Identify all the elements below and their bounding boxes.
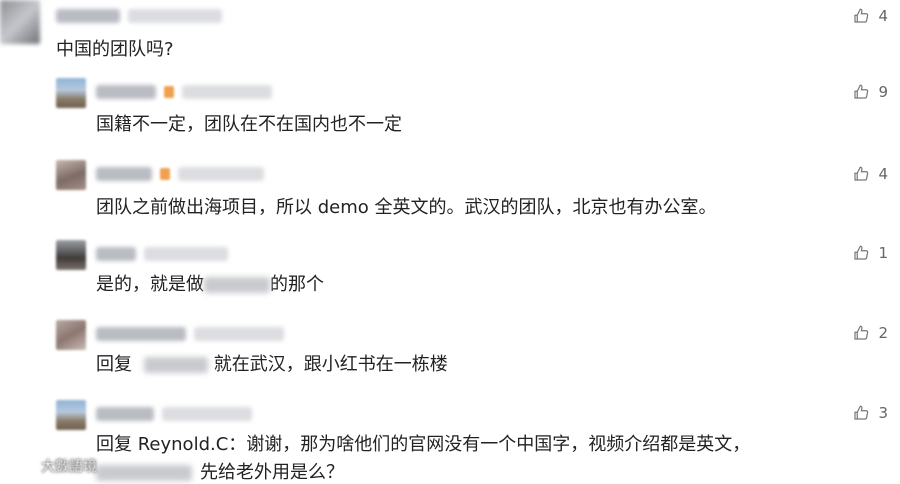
comment-meta <box>96 326 284 342</box>
avatar[interactable] <box>0 0 40 44</box>
like-button[interactable]: 3 <box>852 404 888 422</box>
comment-meta <box>96 406 252 422</box>
comment-meta <box>96 84 272 100</box>
redacted-text <box>143 357 208 373</box>
like-count: 4 <box>878 165 888 183</box>
thumbs-up-icon <box>854 8 869 23</box>
redacted-text <box>204 277 270 293</box>
avatar[interactable] <box>56 160 86 190</box>
comment-text-part: 先给老外用是么？ <box>200 462 344 483</box>
comment-text: 中国的团队吗? <box>56 39 174 60</box>
thumbs-up-icon <box>854 84 869 99</box>
like-button[interactable]: 9 <box>852 83 888 101</box>
like-count: 1 <box>878 244 888 262</box>
comment-meta <box>96 166 264 182</box>
like-button[interactable]: 4 <box>852 165 888 183</box>
avatar[interactable] <box>56 400 86 430</box>
date-redacted <box>144 247 228 261</box>
watermark-text: 大數語境 <box>41 459 97 475</box>
avatar[interactable] <box>56 320 86 350</box>
watermark: 大數語境 <box>14 456 97 476</box>
comment-meta <box>56 8 222 24</box>
user-badge <box>164 86 174 98</box>
comment-text: 团队之前做出海项目，所以 demo 全英文的。武汉的团队，北京也有办公室。 <box>96 197 717 218</box>
like-count: 4 <box>878 7 888 25</box>
comment-text: 先给老外用是么？ <box>96 462 344 484</box>
thumbs-up-icon <box>854 245 869 260</box>
comment-text-part: 回复 <box>96 354 132 375</box>
comment-text: 回复 就在武汉，跟小红书在一栋楼 <box>96 354 448 376</box>
like-button[interactable]: 2 <box>852 324 888 342</box>
comment-text-part: 的那个 <box>270 274 324 295</box>
comment-text: 是的，就是做 的那个 <box>96 274 324 296</box>
comment-text: 国籍不一定，团队在不在国内也不一定 <box>96 114 402 135</box>
avatar[interactable] <box>56 78 86 108</box>
date-redacted <box>128 9 222 23</box>
username-redacted <box>96 407 154 421</box>
username-redacted <box>96 167 152 181</box>
comment-text: 回复 Reynold.C：谢谢，那为啥他们的官网没有一个中国字，视频介绍都是英文… <box>96 434 751 455</box>
username-redacted <box>56 9 120 23</box>
username-redacted <box>96 327 186 341</box>
date-redacted <box>162 407 252 421</box>
like-button[interactable]: 4 <box>852 7 888 25</box>
date-redacted <box>178 167 264 181</box>
comment-thread: 中国的团队吗? 4 国籍不一定，团队在不在国内也不一定 9 团队之前做出海项目，… <box>0 0 900 484</box>
like-count: 3 <box>878 404 888 422</box>
thumbs-up-icon <box>854 405 869 420</box>
user-badge <box>160 168 170 180</box>
avatar[interactable] <box>56 240 86 270</box>
like-count: 2 <box>878 324 888 342</box>
like-button[interactable]: 1 <box>852 244 888 262</box>
comment-text-part: 就在武汉，跟小红书在一栋楼 <box>213 354 448 375</box>
thumbs-up-icon <box>854 325 869 340</box>
date-redacted <box>194 327 284 341</box>
comment-meta <box>96 246 228 262</box>
date-redacted <box>182 85 272 99</box>
username-redacted <box>96 247 136 261</box>
username-redacted <box>96 85 156 99</box>
redacted-text <box>96 465 192 481</box>
thumbs-up-icon <box>854 166 869 181</box>
comment-text-part: 是的，就是做 <box>96 274 204 295</box>
like-count: 9 <box>878 83 888 101</box>
watermark-logo-icon <box>14 460 36 472</box>
